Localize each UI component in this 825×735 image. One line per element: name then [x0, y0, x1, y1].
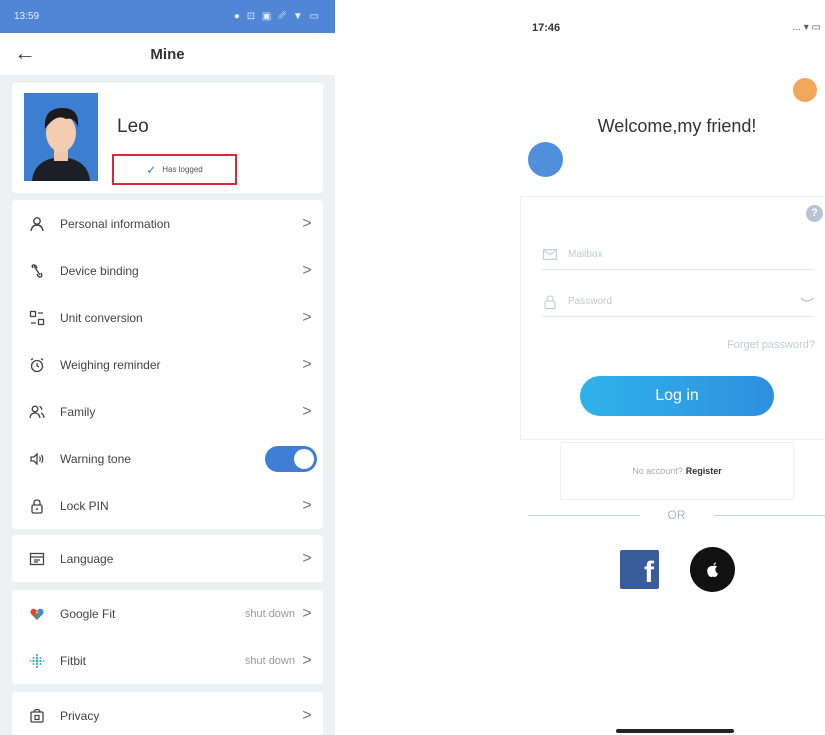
- left-phone-screen: 13:59 ● ⊡ ▣ ␥ ▼ ▭ ← Mine Leo ✓ Has logge…: [0, 0, 335, 735]
- language-menu: Language >: [12, 535, 323, 582]
- menu-item-google-fit[interactable]: Google Fit shut down >: [12, 590, 323, 637]
- avatar-person-icon: [24, 93, 98, 181]
- register-prompt: No account? Register: [560, 442, 794, 500]
- menu-item-label: Family: [60, 404, 96, 419]
- login-status-text: Has logged: [162, 165, 203, 174]
- chevron-right-icon: >: [302, 496, 312, 514]
- shield-icon: [26, 705, 48, 727]
- check-icon: ✓: [146, 162, 157, 177]
- chevron-right-icon: >: [302, 604, 312, 622]
- mailbox-field: [542, 240, 814, 270]
- decorative-blue-circle: [528, 142, 563, 177]
- chevron-right-icon: >: [302, 214, 312, 232]
- menu-item-warning-tone: Warning tone: [12, 435, 323, 482]
- chevron-right-icon: >: [302, 308, 312, 326]
- menu-item-label: Weighing reminder: [60, 357, 161, 372]
- chevron-right-icon: >: [302, 402, 312, 420]
- status-time: 17:46: [532, 22, 561, 34]
- welcome-title: Welcome,my friend!: [597, 116, 757, 136]
- google-fit-icon: [26, 603, 48, 625]
- menu-item-label: Device binding: [60, 263, 139, 278]
- lock-icon: [26, 495, 48, 517]
- password-input[interactable]: [568, 296, 800, 307]
- menu-item-label: Fitbit: [60, 653, 87, 668]
- alarm-clock-icon: [26, 354, 48, 376]
- avatar[interactable]: [24, 93, 98, 181]
- menu-item-label: Language: [60, 551, 114, 566]
- no-account-text: No account?: [632, 466, 683, 476]
- mail-icon: [542, 248, 558, 262]
- fitbit-status: shut down: [244, 654, 295, 667]
- profile-name: Leo: [117, 116, 149, 137]
- chevron-right-icon: >: [302, 261, 312, 279]
- divider-line: [713, 514, 825, 516]
- chevron-right-icon: >: [302, 549, 312, 567]
- chevron-right-icon: >: [302, 651, 312, 669]
- link-icon: [26, 260, 48, 282]
- or-divider: OR: [528, 508, 825, 522]
- divider-line: [528, 514, 640, 516]
- menu-item-label: Privacy: [60, 708, 100, 723]
- menu-item-fitbit[interactable]: Fitbit shut down >: [12, 637, 323, 684]
- menu-item-privacy[interactable]: Privacy >: [12, 692, 323, 735]
- right-phone-screen: 17:46 ... ▾ ▭ Welcome,my friend! ? Forge…: [518, 0, 825, 735]
- menu-item-label: Google Fit: [60, 606, 116, 621]
- register-link[interactable]: Register: [686, 466, 722, 476]
- chevron-right-icon: >: [302, 355, 312, 373]
- warning-tone-toggle[interactable]: [265, 445, 317, 472]
- home-indicator[interactable]: [616, 729, 734, 733]
- settings-menu: Personal information > Device binding > …: [12, 200, 323, 529]
- login-status-badge: ✓ Has logged: [112, 154, 237, 185]
- chevron-right-icon: >: [302, 706, 312, 724]
- decorative-orange-circle: [793, 78, 817, 102]
- unit-conversion-icon: [26, 307, 48, 329]
- password-field: [542, 287, 814, 317]
- or-label: OR: [667, 508, 686, 522]
- page-title: Mine: [150, 45, 185, 63]
- fitbit-icon: [26, 650, 48, 672]
- header: ← Mine: [0, 33, 335, 75]
- login-button[interactable]: Log in: [580, 376, 774, 416]
- status-bar: 13:59 ● ⊡ ▣ ␥ ▼ ▭: [0, 0, 335, 33]
- status-icons: ... ▾ ▭: [792, 22, 821, 33]
- apple-login-icon[interactable]: [690, 547, 735, 592]
- eye-closed-icon[interactable]: [800, 296, 814, 307]
- speaker-icon: [26, 448, 48, 470]
- menu-item-label: Warning tone: [60, 451, 131, 466]
- person-icon: [26, 213, 48, 235]
- google-fit-status: shut down: [244, 607, 295, 620]
- menu-item-label: Unit conversion: [60, 310, 143, 325]
- back-arrow-icon[interactable]: ←: [14, 41, 36, 65]
- facebook-login-icon[interactable]: f: [620, 550, 659, 589]
- lock-icon: [542, 294, 558, 309]
- menu-item-personal-information[interactable]: Personal information >: [12, 200, 323, 247]
- mailbox-input[interactable]: [568, 249, 814, 260]
- language-icon: [26, 548, 48, 570]
- menu-item-label: Lock PIN: [60, 498, 109, 513]
- menu-item-device-binding[interactable]: Device binding >: [12, 247, 323, 294]
- menu-item-family[interactable]: Family >: [12, 388, 323, 435]
- menu-item-unit-conversion[interactable]: Unit conversion >: [12, 294, 323, 341]
- menu-item-language[interactable]: Language >: [12, 535, 323, 582]
- health-sync-menu: Google Fit shut down > Fitbit shut down …: [12, 590, 323, 684]
- forgot-password-link[interactable]: Forget password?: [727, 339, 815, 351]
- help-icon[interactable]: ?: [806, 205, 823, 222]
- menu-item-label: Personal information: [60, 216, 171, 231]
- status-time: 13:59: [14, 11, 40, 22]
- menu-item-lock-pin[interactable]: Lock PIN >: [12, 482, 323, 529]
- menu-item-weighing-reminder[interactable]: Weighing reminder >: [12, 341, 323, 388]
- privacy-menu: Privacy >: [12, 692, 323, 735]
- family-icon: [26, 401, 48, 423]
- profile-card[interactable]: Leo ✓ Has logged: [12, 83, 323, 193]
- status-icons: ● ⊡ ▣ ␥ ▼ ▭: [233, 11, 321, 22]
